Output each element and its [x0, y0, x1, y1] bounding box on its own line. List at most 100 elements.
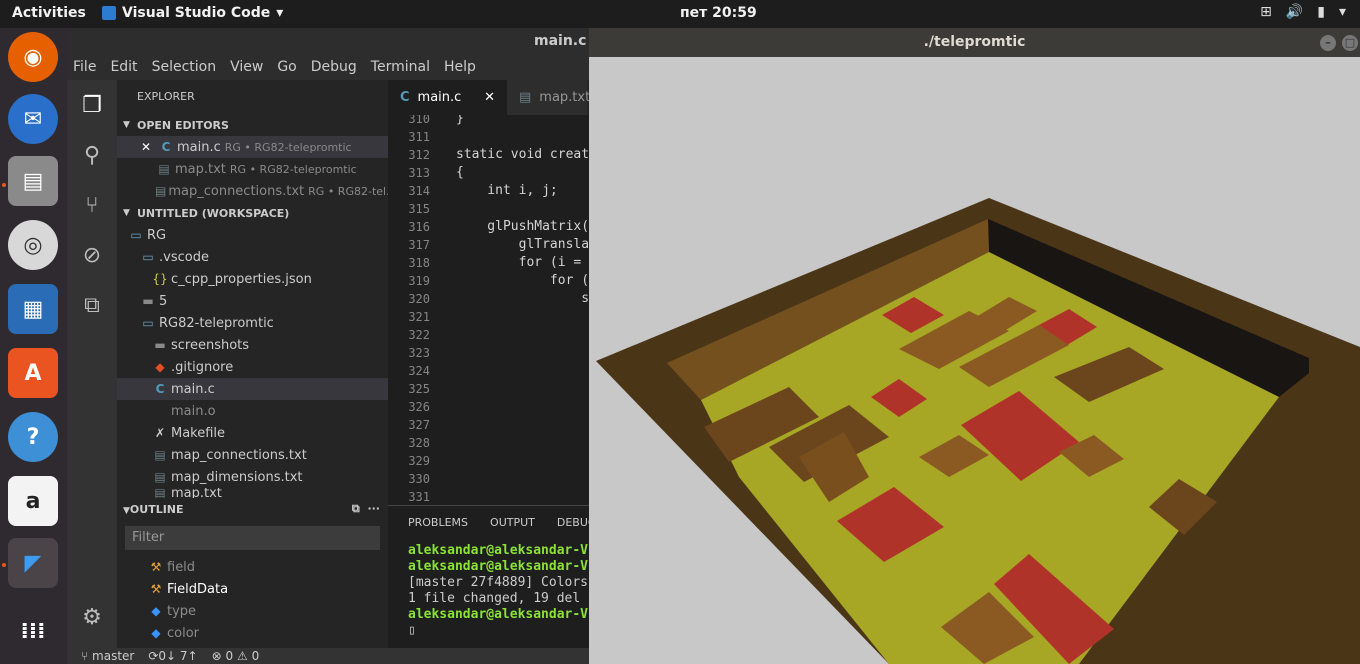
line-number: 319 [408, 274, 430, 288]
field-icon: ◆ [151, 604, 161, 618]
tab-main-c[interactable]: C main.c ✕ [388, 80, 507, 115]
firefox-icon[interactable]: ◉ [8, 32, 58, 82]
folder-icon: ▭ [142, 250, 154, 264]
amazon-icon[interactable]: a [8, 476, 58, 526]
text-file-icon: ▤ [154, 448, 166, 462]
outline-item[interactable]: ◆ type [117, 600, 388, 622]
tree-folder[interactable]: ▭ RG82-telepromtic [117, 312, 388, 334]
more-icon[interactable]: ··· [367, 502, 380, 515]
close-icon[interactable]: ✕ [484, 90, 495, 105]
app-menu[interactable]: Visual Studio Code ▾ [102, 5, 283, 21]
system-tray[interactable]: ⊞ 🔊 ▮ ▾ [1260, 4, 1346, 20]
telepromtic-window: ./telepromtic – □ [589, 28, 1360, 664]
workspace-section[interactable]: ▼ UNTITLED (WORKSPACE) [117, 202, 388, 224]
tree-label: .vscode [159, 249, 209, 265]
open-editor-item[interactable]: ✕ C main.c RG • RG82-telepromtic [117, 136, 388, 158]
minimize-icon[interactable]: – [1320, 35, 1336, 51]
writer-icon[interactable]: ▦ [8, 284, 58, 334]
tree-file[interactable]: ✗ Makefile [117, 422, 388, 444]
thunderbird-icon[interactable]: ✉ [8, 94, 58, 144]
gear-icon[interactable]: ⚙ [79, 604, 105, 630]
tree-label: map_connections.txt [171, 447, 307, 463]
menu-debug[interactable]: Debug [311, 59, 357, 75]
tree-folder[interactable]: ▭ .vscode [117, 246, 388, 268]
volume-icon: 🔊 [1285, 4, 1304, 20]
tab-map-txt[interactable]: ▤ map.txt [507, 80, 590, 115]
collapse-all-icon[interactable]: ⧉ [352, 502, 360, 515]
sync-status[interactable]: ⟳0↓ 7↑ [148, 649, 197, 663]
c-file-icon: C [155, 382, 165, 396]
close-icon[interactable]: ✕ [137, 140, 155, 154]
open-editors-section[interactable]: ▼ OPEN EDITORS [117, 114, 388, 136]
outline-item[interactable]: ⚒ FieldData [117, 578, 388, 600]
menu-selection[interactable]: Selection [152, 59, 217, 75]
source-control-icon[interactable]: ⑂ [79, 192, 105, 218]
power-menu-icon: ▾ [1338, 4, 1346, 20]
outline-item[interactable]: ◆ color [117, 622, 388, 644]
game-viewport[interactable] [589, 57, 1360, 664]
outline-filter-input[interactable]: Filter [125, 526, 380, 550]
open-editor-item[interactable]: ▤ map_connections.txt RG • RG82-tel... [117, 180, 388, 202]
show-apps-icon[interactable]: ⁞⁞⁞ [8, 606, 58, 656]
code-line: for (i = [456, 255, 582, 270]
line-number: 311 [408, 130, 430, 144]
menu-go[interactable]: Go [277, 59, 296, 75]
tree-folder[interactable]: ▬ screenshots [117, 334, 388, 356]
branch-status[interactable]: ⑂ master [81, 649, 134, 663]
tree-folder[interactable]: ▭ RG [117, 224, 388, 246]
tab-output[interactable]: OUTPUT [490, 516, 535, 529]
software-center-icon[interactable]: A [8, 348, 58, 398]
outline-item[interactable]: ⚒ field [117, 556, 388, 578]
menu-file[interactable]: File [73, 59, 96, 75]
tree-label: main.c [171, 381, 215, 397]
struct-icon: ⚒ [150, 582, 162, 596]
files-icon[interactable]: ▤ [8, 156, 58, 206]
debug-icon[interactable]: ⊘ [79, 242, 105, 268]
tab-problems[interactable]: PROBLEMS [408, 516, 468, 529]
tree-file[interactable]: ▤ map_dimensions.txt [117, 466, 388, 488]
clock[interactable]: пет 20:59 [680, 5, 757, 21]
code-line: } [456, 115, 464, 126]
activities-button[interactable]: Activities [12, 5, 86, 21]
text-file-icon: ▤ [158, 162, 170, 176]
extensions-icon[interactable]: ⧉ [79, 292, 105, 318]
section-title: UNTITLED (WORKSPACE) [137, 206, 290, 220]
file-path: RG • RG82-tel... [308, 184, 388, 198]
tree-folder[interactable]: ▬ 5 [117, 290, 388, 312]
wrench-icon: ✗ [154, 426, 166, 440]
help-icon[interactable]: ? [8, 412, 58, 462]
menu-help[interactable]: Help [444, 59, 476, 75]
top-bar: Activities Visual Studio Code ▾ пет 20:5… [0, 0, 1360, 28]
file-path: RG • RG82-telepromtic [229, 162, 357, 176]
search-icon[interactable]: ⚲ [79, 142, 105, 168]
branch-label: master [92, 649, 135, 663]
maximize-icon[interactable]: □ [1342, 35, 1358, 51]
line-number: 328 [408, 436, 430, 450]
tree-file[interactable]: {} c_cpp_properties.json [117, 268, 388, 290]
outline-label: type [167, 603, 197, 619]
tree-file[interactable]: ▤ map_connections.txt [117, 444, 388, 466]
vscode-dock-icon[interactable]: ◤ [8, 538, 58, 588]
line-number: 317 [408, 238, 430, 252]
line-number: 329 [408, 454, 430, 468]
problems-status[interactable]: ⊗ 0 ⚠ 0 [212, 649, 260, 663]
code-line: int i, j; [456, 183, 558, 198]
c-file-icon: C [161, 140, 171, 154]
files-icon[interactable]: ❐ [79, 92, 105, 118]
tree-label: map_dimensions.txt [171, 469, 303, 485]
tree-file[interactable]: ▤ map.txt [117, 488, 388, 498]
tree-file[interactable]: ◆ .gitignore [117, 356, 388, 378]
terminal-prompt: aleksandar@aleksandar-V [408, 543, 589, 558]
tab-label: main.c [417, 90, 462, 105]
menu-terminal[interactable]: Terminal [371, 59, 430, 75]
menu-edit[interactable]: Edit [110, 59, 137, 75]
tree-file[interactable]: Cmain.c [117, 378, 388, 400]
outline-section[interactable]: ▼OUTLINE ⧉ ··· [117, 498, 388, 520]
tree-file[interactable]: main.o [117, 400, 388, 422]
sync-icon: ⟳ [148, 649, 159, 663]
menu-view[interactable]: View [230, 59, 263, 75]
warning-icon: ⚠ [236, 649, 248, 663]
rhythmbox-icon[interactable]: ◎ [8, 220, 58, 270]
folder-icon: ▬ [142, 294, 154, 308]
open-editor-item[interactable]: ▤ map.txt RG • RG82-telepromtic [117, 158, 388, 180]
